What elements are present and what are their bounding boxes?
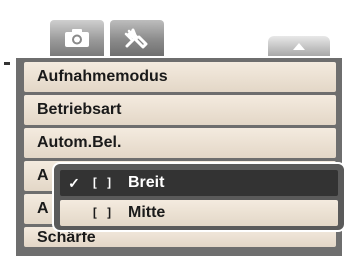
menu-item-betriebsart[interactable]: Betriebsart [24, 95, 336, 125]
af-area-submenu: ✓ [ ] Breit [ ] Mitte [52, 162, 346, 232]
submenu-option-label: Mitte [128, 204, 166, 221]
camera-icon [65, 29, 89, 47]
wrench-icon [124, 28, 148, 49]
tab-bar [16, 12, 340, 56]
focus-bracket-center-icon: [ ] [91, 206, 113, 220]
tab-camera[interactable] [48, 18, 106, 56]
menu-item-aufnahmemodus[interactable]: Aufnahmemodus [24, 62, 336, 92]
checkmark-icon: ✓ [68, 174, 80, 191]
menu-item-autom-bel[interactable]: Autom.Bel. [24, 128, 336, 158]
submenu-option-breit[interactable]: ✓ [ ] Breit [60, 170, 338, 196]
menu-item-label: A [37, 167, 49, 184]
edge-marker [4, 62, 10, 65]
camera-menu-screen: Aufnahmemodus Betriebsart Autom.Bel. A A… [0, 0, 355, 256]
menu-item-label: Aufnahmemodus [37, 68, 168, 85]
submenu-option-mitte[interactable]: [ ] Mitte [60, 200, 338, 226]
submenu-option-label: Breit [128, 174, 165, 191]
tab-setup[interactable] [108, 18, 166, 56]
scroll-up-button[interactable] [266, 34, 332, 56]
arrow-up-icon [293, 42, 305, 50]
focus-bracket-wide-icon: [ ] [91, 176, 113, 190]
menu-item-label: Autom.Bel. [37, 134, 122, 151]
menu-item-label: A [37, 200, 49, 217]
menu-item-label: Betriebsart [37, 101, 122, 118]
